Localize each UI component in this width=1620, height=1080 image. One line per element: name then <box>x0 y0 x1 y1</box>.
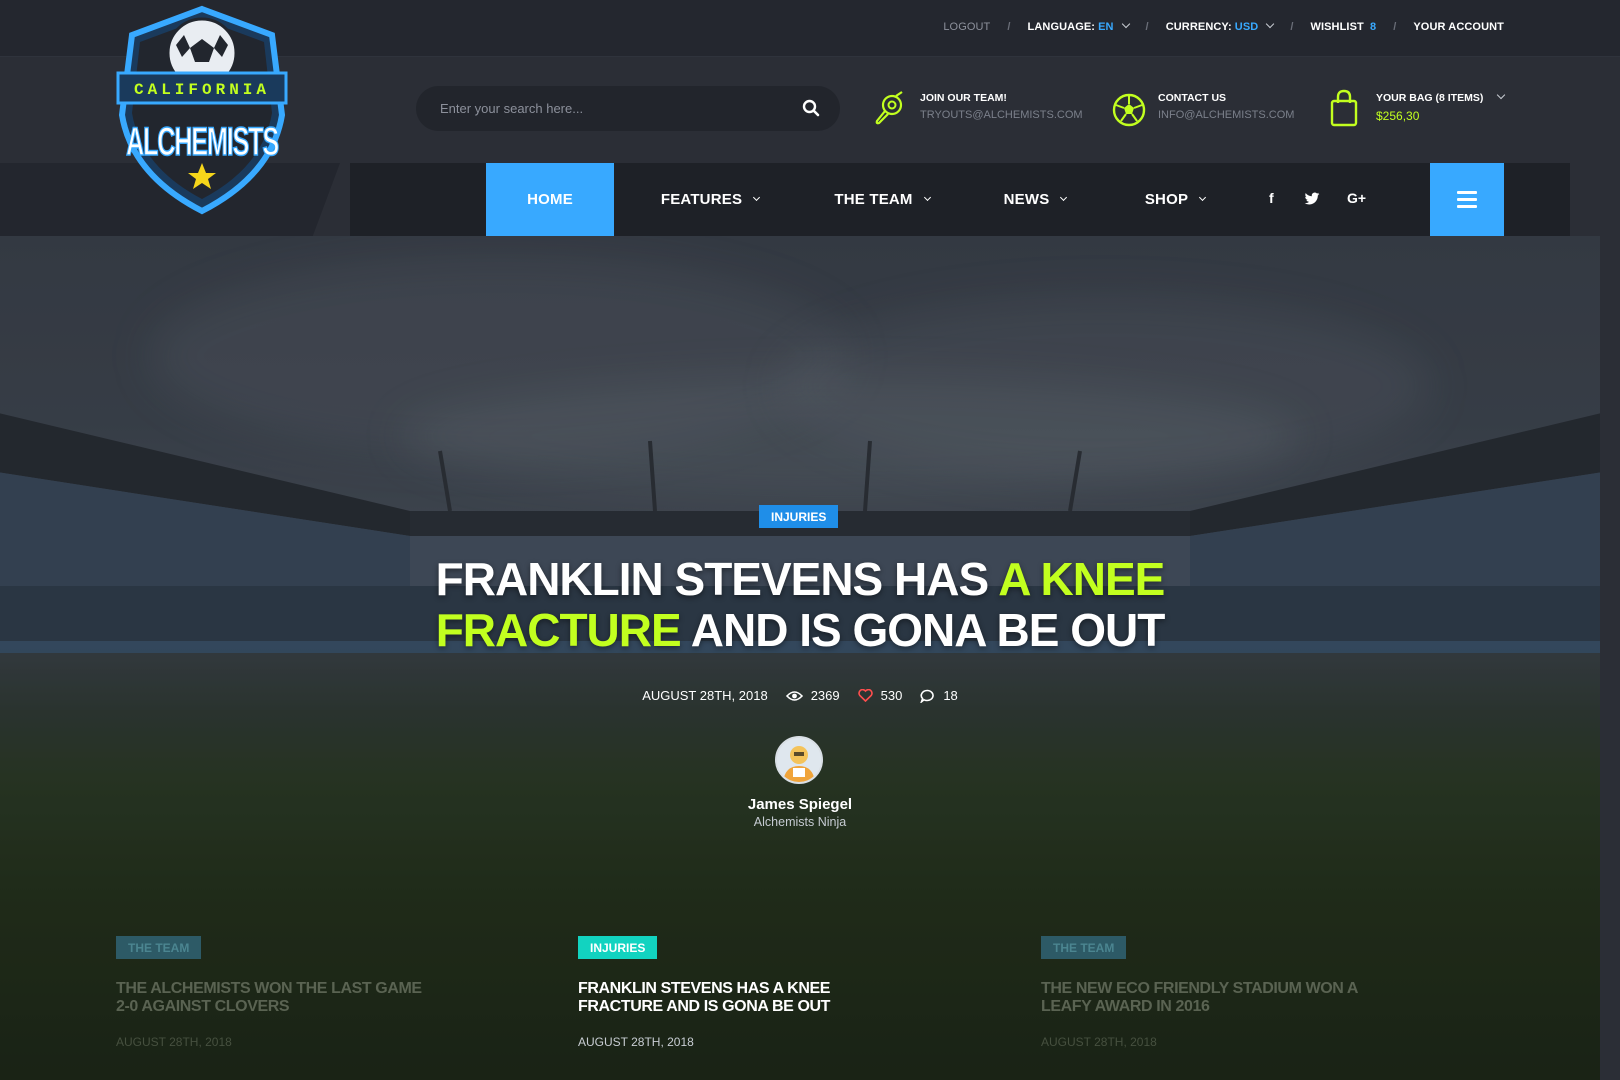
nav-label: NEWS <box>1003 191 1050 208</box>
search-input[interactable] <box>440 86 780 131</box>
nav-the-team[interactable]: THE TEAM <box>812 163 952 236</box>
hero-category-badge[interactable]: INJURIES <box>759 505 839 528</box>
nav-home[interactable]: HOME <box>486 163 614 236</box>
card-date: AUGUST 28TH, 2018 <box>116 1035 232 1049</box>
wishlist-count: 8 <box>1370 21 1377 33</box>
card-title[interactable]: FRANKLIN STEVENS HAS A KNEE FRACTURE AND… <box>578 980 898 1016</box>
card-category-badge[interactable]: INJURIES <box>578 936 658 959</box>
whistle-icon <box>875 91 903 125</box>
card-category-badge[interactable]: THE TEAM <box>116 936 202 959</box>
wishlist-link[interactable]: WISHLIST 8 <box>1310 21 1376 33</box>
separator: / <box>1145 21 1149 33</box>
account-link[interactable]: YOUR ACCOUNT <box>1413 21 1504 33</box>
likes-value: 530 <box>880 688 903 703</box>
logout-link[interactable]: LOGOUT <box>943 21 990 33</box>
shopping-bag[interactable]: YOUR BAG (8 ITEMS) $256,30 <box>1328 85 1506 135</box>
chevron-down-icon <box>1060 193 1068 202</box>
hero-meta: AUGUST 28TH, 2018 2369 530 18 <box>0 688 1600 703</box>
hamburger-line <box>1457 205 1477 208</box>
logo-wordmark: ALCHEMISTS <box>126 120 279 164</box>
menu-toggle-button[interactable] <box>1430 163 1504 236</box>
contact-email: INFO@ALCHEMISTS.COM <box>1158 109 1295 121</box>
contact-info[interactable]: CONTACT US INFO@ALCHEMISTS.COM <box>1110 85 1310 135</box>
card-category-badge[interactable]: THE TEAM <box>1041 936 1127 959</box>
soccer-ball-icon <box>1112 93 1146 127</box>
chevron-down-icon <box>1121 19 1130 29</box>
top-links: LOGOUT / LANGUAGE: EN / CURRENCY: USD / WI… <box>943 19 1504 33</box>
contact-title: CONTACT US <box>1158 92 1227 104</box>
join-title: JOIN OUR TEAM! <box>920 92 1007 104</box>
nav-shop[interactable]: SHOP <box>1120 163 1230 236</box>
author-avatar[interactable] <box>775 736 823 784</box>
shopping-bag-icon <box>1330 89 1358 127</box>
views-value: 2369 <box>810 688 840 703</box>
language-label: LANGUAGE: <box>1027 21 1096 33</box>
post-date: AUGUST 28TH, 2018 <box>642 688 768 703</box>
join-team-info[interactable]: JOIN OUR TEAM! TRYOUTS@ALCHEMISTS.COM <box>872 85 1083 135</box>
hero-title[interactable]: FRANKLIN STEVENS HAS A KNEE FRACTURE AND… <box>0 554 1600 656</box>
author-portrait <box>777 738 821 782</box>
hamburger-line <box>1457 191 1477 194</box>
chevron-down-icon <box>1199 193 1207 202</box>
title-highlight: FRACTURE <box>435 604 682 656</box>
hamburger-line <box>1457 198 1477 201</box>
chevron-down-icon <box>1266 19 1275 29</box>
currency-label: CURRENCY: <box>1165 21 1232 33</box>
nav-features[interactable]: FEATURES <box>640 163 780 236</box>
twitter-icon[interactable] <box>1304 190 1320 208</box>
hero-banner: INJURIES FRANKLIN STEVENS HAS A KNEE FRA… <box>0 236 1600 1080</box>
facebook-icon[interactable]: f <box>1269 190 1274 208</box>
language-selector[interactable]: LANGUAGE: EN <box>1027 19 1130 33</box>
bag-total: $256,30 <box>1376 109 1420 123</box>
card-title[interactable]: THE NEW ECO FRIENDLY STADIUM WON A LEAFY… <box>1041 980 1361 1016</box>
heart-icon <box>857 689 873 702</box>
nav-label: HOME <box>527 191 573 208</box>
wishlist-label: WISHLIST <box>1310 21 1364 33</box>
logo-tagline: CALIFORNIA <box>134 81 270 99</box>
currency-selector[interactable]: CURRENCY: USD <box>1165 19 1275 33</box>
bag-title: YOUR BAG (8 ITEMS) <box>1376 92 1484 104</box>
comments-count[interactable]: 18 <box>920 688 958 703</box>
page-scrollbar[interactable] <box>1600 236 1620 1080</box>
hero-overlay <box>0 236 1600 1080</box>
comments-value: 18 <box>943 688 958 703</box>
separator: / <box>1393 21 1397 33</box>
language-value: EN <box>1098 21 1114 33</box>
author-role: Alchemists Ninja <box>753 815 847 829</box>
card-title[interactable]: THE ALCHEMISTS WON THE LAST GAME 2-0 AGA… <box>116 980 436 1016</box>
views-count: 2369 <box>785 688 840 703</box>
nav-label: SHOP <box>1144 191 1189 208</box>
chevron-down-icon <box>923 193 931 202</box>
separator: / <box>1290 21 1294 33</box>
google-plus-icon[interactable]: G+ <box>1347 190 1366 208</box>
nav-news[interactable]: NEWS <box>980 163 1090 236</box>
comment-icon <box>920 689 935 703</box>
nav-label: THE TEAM <box>834 191 913 208</box>
card-date: AUGUST 28TH, 2018 <box>578 1035 694 1049</box>
title-part: AND IS GONA BE OUT <box>680 604 1166 656</box>
search-icon[interactable] <box>802 99 820 117</box>
join-email: TRYOUTS@ALCHEMISTS.COM <box>920 109 1083 121</box>
title-part: FRANKLIN STEVENS HAS <box>435 553 999 605</box>
card-date: AUGUST 28TH, 2018 <box>1041 1035 1157 1049</box>
separator: / <box>1007 21 1011 33</box>
currency-value: USD <box>1234 21 1259 33</box>
title-highlight: A KNEE <box>998 553 1165 605</box>
chevron-down-icon <box>753 193 761 202</box>
club-logo[interactable]: CALIFORNIA ALCHEMISTS <box>112 5 292 215</box>
chevron-down-icon <box>1496 90 1506 100</box>
likes-count[interactable]: 530 <box>857 688 903 703</box>
author-name[interactable]: James Spiegel <box>0 796 1600 813</box>
nav-label: FEATURES <box>660 191 743 208</box>
search-box <box>416 86 840 131</box>
eye-icon <box>785 690 803 701</box>
